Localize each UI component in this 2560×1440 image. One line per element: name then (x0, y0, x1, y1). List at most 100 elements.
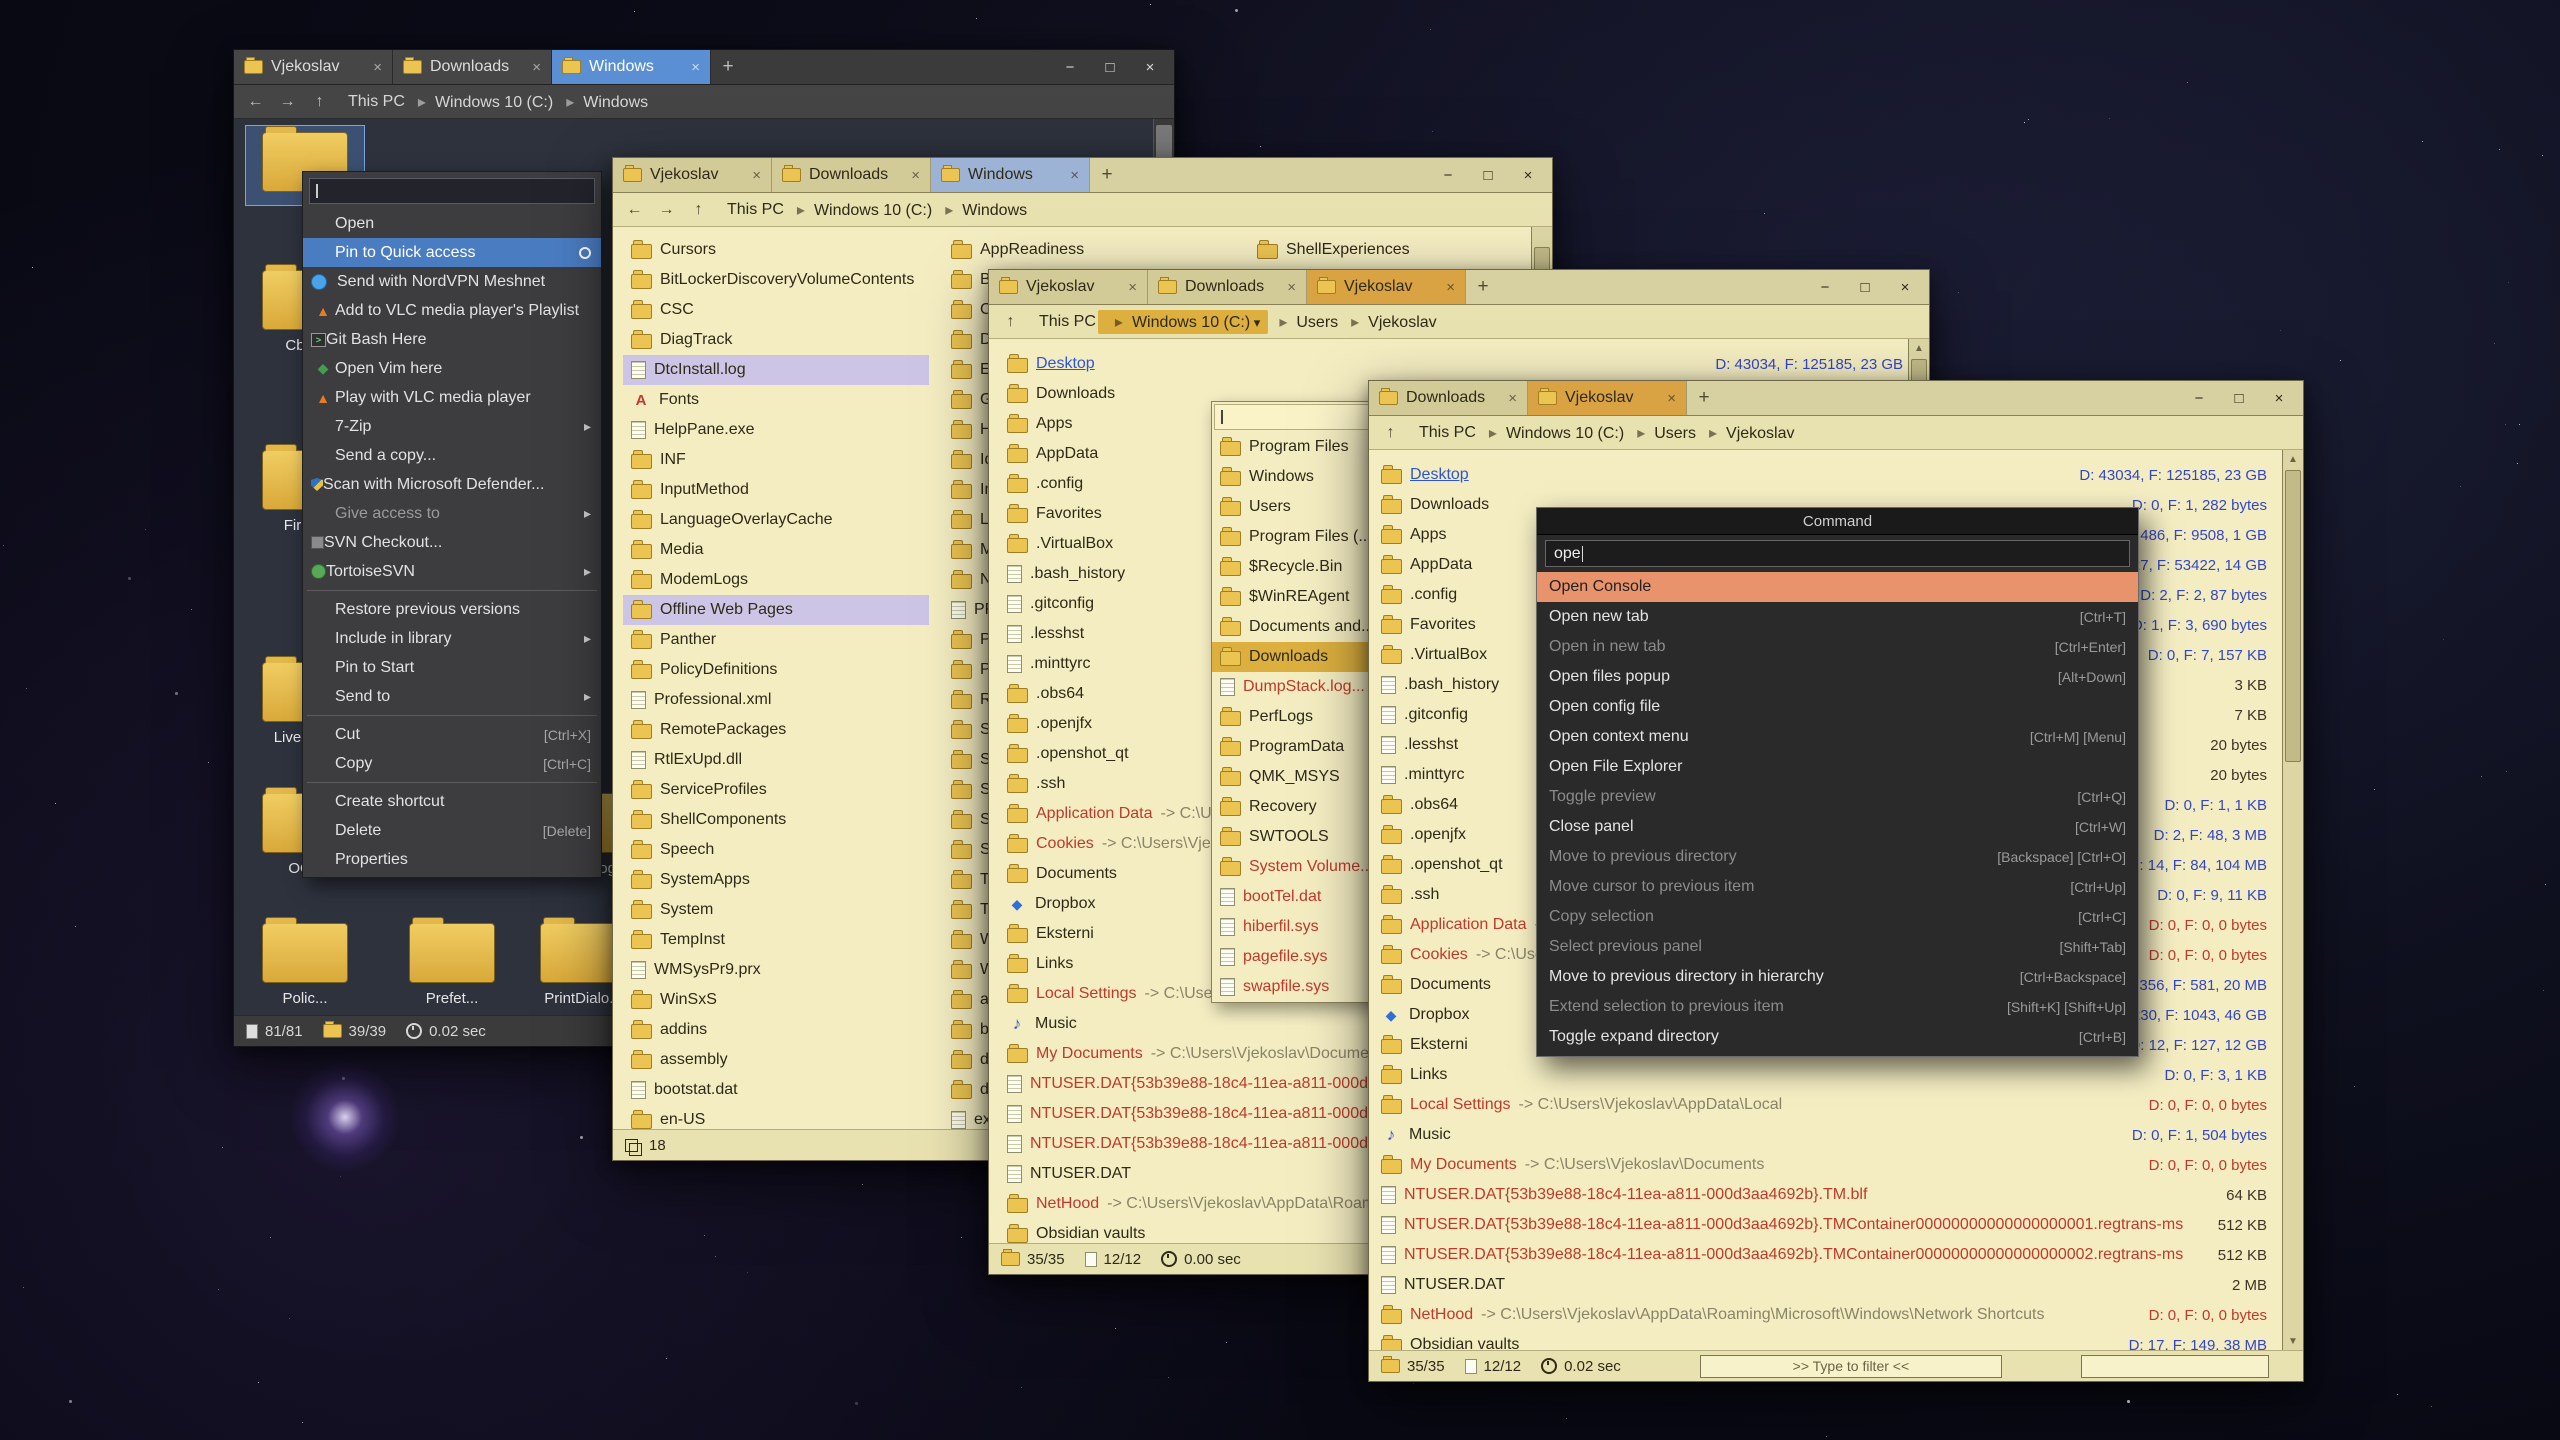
tab-close-icon[interactable]: × (911, 167, 920, 184)
back-button[interactable]: ← (242, 90, 269, 114)
maximize-button[interactable]: □ (2220, 385, 2258, 411)
palette-command[interactable]: Extend selection to previous item [Shift… (1537, 992, 2138, 1022)
file-row[interactable]: en-US (623, 1105, 929, 1129)
file-row[interactable]: Media (623, 535, 929, 565)
file-row[interactable]: Obsidian vaults (999, 1219, 1377, 1243)
tab[interactable]: Vjekoslav × (1307, 270, 1466, 304)
context-menu-item[interactable]: Give access to (303, 499, 601, 528)
maximize-button[interactable]: □ (1846, 274, 1884, 300)
tab-close-icon[interactable]: × (691, 59, 700, 76)
file-row[interactable]: ModemLogs (623, 565, 929, 595)
file-row[interactable]: NTUSER.DAT{53b39e88-18c4-11ea-a811-000d3… (999, 1099, 1377, 1129)
file-row[interactable]: Music D: 0, F: 1, 504 bytes (1373, 1120, 2275, 1150)
maximize-button[interactable]: □ (1469, 162, 1507, 188)
file-row[interactable]: addins (623, 1015, 929, 1045)
quick-filter-input[interactable] (2081, 1355, 2269, 1378)
breadcrumb-item[interactable]: Windows (934, 198, 1029, 222)
palette-command[interactable]: Toggle preview [Ctrl+Q] (1537, 782, 2138, 812)
file-row[interactable]: TempInst (623, 925, 929, 955)
context-menu-item[interactable]: Copy [Ctrl+C] (303, 749, 601, 778)
palette-command[interactable]: Close panel [Ctrl+W] (1537, 812, 2138, 842)
new-tab-button[interactable]: + (1090, 158, 1124, 192)
breadcrumb-item[interactable]: Users (1268, 310, 1340, 334)
tab-close-icon[interactable]: × (532, 59, 541, 76)
context-menu-item[interactable]: Delete [Delete] (303, 816, 601, 845)
file-row[interactable]: Local Settings -> C:\Users\Vjekoslav\App… (1373, 1090, 2275, 1120)
titlebar[interactable]: Vjekoslav × Downloads × Vjekoslav × + − … (989, 270, 1929, 305)
file-row[interactable]: NTUSER.DAT (999, 1159, 1377, 1189)
titlebar[interactable]: Downloads × Vjekoslav × + − □ × (1369, 381, 2303, 416)
tab[interactable]: Vjekoslav × (613, 158, 772, 192)
context-menu-item[interactable]: SVN Checkout... (303, 528, 601, 557)
breadcrumb-item[interactable]: Windows 10 (C:) (407, 90, 555, 114)
file-row[interactable]: InputMethod (623, 475, 929, 505)
tab-close-icon[interactable]: × (752, 167, 761, 184)
scroll-up-icon[interactable]: ▲ (2283, 450, 2303, 468)
file-row[interactable]: NTUSER.DAT{53b39e88-18c4-11ea-a811-000d3… (999, 1069, 1377, 1099)
palette-command[interactable]: Select previous panel [Shift+Tab] (1537, 932, 2138, 962)
palette-command[interactable]: Move to previous directory [Backspace] [… (1537, 842, 2138, 872)
tab-close-icon[interactable]: × (373, 59, 382, 76)
up-button[interactable]: ↑ (1377, 421, 1404, 445)
file-row[interactable]: assembly (623, 1045, 929, 1075)
file-row[interactable]: Cursors (623, 235, 929, 265)
tab-close-icon[interactable]: × (1446, 279, 1455, 296)
tab[interactable]: Vjekoslav × (1528, 381, 1687, 415)
file-row[interactable]: INF (623, 445, 929, 475)
tab[interactable]: Windows × (931, 158, 1090, 192)
close-button[interactable]: × (1509, 162, 1547, 188)
palette-command[interactable]: Open Console (1537, 572, 2138, 602)
scrollbar-thumb[interactable] (2285, 470, 2301, 762)
close-button[interactable]: × (1131, 54, 1169, 80)
file-row[interactable]: DtcInstall.log (623, 355, 929, 385)
palette-command[interactable]: Open new tab [Ctrl+T] (1537, 602, 2138, 632)
file-row[interactable]: AppReadiness (943, 235, 1249, 265)
file-row[interactable]: RemotePackages (623, 715, 929, 745)
new-tab-button[interactable]: + (1466, 270, 1500, 304)
breadcrumb-item[interactable]: Windows 10 (C:) (786, 198, 934, 222)
file-row[interactable]: WMSysPr9.prx (623, 955, 929, 985)
maximize-button[interactable]: □ (1091, 54, 1129, 80)
titlebar[interactable]: Vjekoslav × Downloads × Windows × + − □ … (234, 50, 1174, 85)
new-tab-button[interactable]: + (1687, 381, 1721, 415)
palette-command[interactable]: Copy selection [Ctrl+C] (1537, 902, 2138, 932)
minimize-button[interactable]: − (1429, 162, 1467, 188)
context-menu-item[interactable] (309, 178, 595, 204)
minimize-button[interactable]: − (1051, 54, 1089, 80)
breadcrumb-item[interactable]: This PC (1037, 311, 1098, 333)
tab-close-icon[interactable]: × (1070, 167, 1079, 184)
breadcrumb-item[interactable]: Vjekoslav (1698, 421, 1797, 445)
tab[interactable]: Vjekoslav × (234, 50, 393, 84)
palette-command[interactable]: Move to previous directory in hierarchy … (1537, 962, 2138, 992)
up-button[interactable]: ↑ (997, 310, 1024, 334)
context-menu-item[interactable]: Properties (303, 845, 601, 874)
breadcrumb-item[interactable]: Users (1626, 421, 1698, 445)
tab[interactable]: Downloads × (1148, 270, 1307, 304)
file-row[interactable]: NTUSER.DAT{53b39e88-18c4-11ea-a811-000d3… (1373, 1180, 2275, 1210)
breadcrumb-item[interactable]: This PC (1417, 422, 1478, 444)
context-menu-item[interactable]: Open (303, 209, 601, 238)
tab[interactable]: Vjekoslav × (989, 270, 1148, 304)
file-row[interactable]: NetHood -> C:\Users\Vjekoslav\AppData\Ro… (1373, 1300, 2275, 1330)
file-row[interactable]: BitLockerDiscoveryVolumeContents (623, 265, 929, 295)
up-button[interactable]: ↑ (306, 90, 333, 114)
tab[interactable]: Windows × (552, 50, 711, 84)
context-menu-item[interactable]: Play with VLC media player (303, 383, 601, 412)
file-row[interactable]: NTUSER.DAT{53b39e88-18c4-11ea-a811-000d3… (1373, 1240, 2275, 1270)
palette-command[interactable]: Open config file (1537, 692, 2138, 722)
minimize-button[interactable]: − (2180, 385, 2218, 411)
file-row[interactable]: Fonts (623, 385, 929, 415)
palette-command[interactable]: Toggle expand directory [Ctrl+B] (1537, 1022, 2138, 1052)
context-menu-item[interactable]: Open Vim here (303, 354, 601, 383)
context-menu-item[interactable]: Send a copy... (303, 441, 601, 470)
context-menu-item[interactable]: Pin to Quick access (303, 238, 601, 267)
forward-button[interactable]: → (274, 90, 301, 114)
file-row[interactable]: NTUSER.DAT{53b39e88-18c4-11ea-a811-000d3… (999, 1129, 1377, 1159)
file-row[interactable]: Music (999, 1009, 1377, 1039)
folder-item[interactable]: Prefet... (393, 917, 511, 1013)
up-button[interactable]: ↑ (685, 198, 712, 222)
file-row[interactable]: Desktop (999, 349, 1377, 379)
context-menu-item[interactable]: Restore previous versions (303, 595, 601, 624)
context-menu-item[interactable] (307, 782, 597, 783)
file-row[interactable]: Panther (623, 625, 929, 655)
